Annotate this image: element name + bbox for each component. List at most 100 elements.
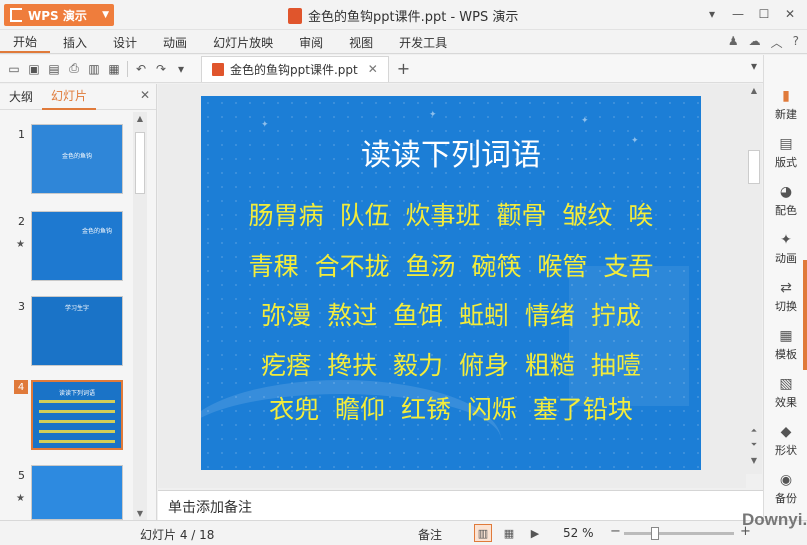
slide-editor: ✦ ✦ ✦ ✦ 读读下列词语 肠胃病 队伍 炊事班 颧骨 皱纹 唉 青稞 合不拢… [158,84,746,488]
slide-thumbnail[interactable] [31,465,123,520]
panel-tabs: 大纲 幻灯片 ✕ [0,84,156,110]
pane-collapse-handle[interactable] [803,260,807,370]
scroll-down-icon[interactable]: ▼ [746,456,762,465]
cloud-icon[interactable]: ☁ [749,34,761,51]
close-button[interactable]: ✕ [777,4,803,24]
backup-icon: ◉ [779,472,793,488]
menu-review[interactable]: 审阅 [286,31,336,53]
print-preview-icon[interactable]: ▥ [84,59,104,79]
shape-label: 形状 [775,444,797,457]
word-line: 弥漫 熬过 鱼饵 蚯蚓 情绪 拧成 [261,301,641,330]
notes-toggle[interactable]: 备注 [418,526,442,543]
collapse-ribbon-icon[interactable]: ︿ [771,34,783,51]
close-panel-icon[interactable]: ✕ [140,88,150,102]
layout-button[interactable]: ▤ 版式 [764,131,807,175]
tab-slides[interactable]: 幻灯片 [42,84,97,110]
backup-label: 备份 [775,492,797,505]
current-slide[interactable]: ✦ ✦ ✦ ✦ 读读下列词语 肠胃病 队伍 炊事班 颧骨 皱纹 唉 青稞 合不拢… [201,96,701,470]
tab-outline[interactable]: 大纲 [0,84,42,110]
add-tab-icon[interactable]: + [397,59,410,78]
decor-buildings [569,266,689,406]
scroll-down-icon[interactable]: ▼ [133,509,147,518]
slide-thumbnail-selected[interactable]: 读读下列词语 [31,380,123,450]
decor-star-icon: ✦ [429,110,437,120]
editor-scrollbar[interactable]: ▲ ⏶ ⏷ ▼ [746,84,762,474]
export-pdf-icon[interactable]: ▤ [44,59,64,79]
next-slide-icon[interactable]: ⏷ [746,440,762,450]
toolbar-divider [127,60,128,77]
selected-slide-marker: 4 [14,380,28,394]
template-icon: ▦ [779,328,793,344]
zoom-slider[interactable] [624,527,734,540]
redo-icon[interactable]: ↷ [151,59,171,79]
slide-number: 3 [18,300,25,313]
color-scheme-label: 配色 [775,204,797,217]
maximize-button[interactable]: ☐ [751,4,777,24]
open-folder-icon[interactable]: ▭ [4,59,24,79]
previous-slide-icon[interactable]: ⏶ [746,426,762,436]
spellcheck-icon[interactable]: ▦ [104,59,124,79]
slide-thumbnail-row[interactable]: 1 金色的鱼钩 [0,124,140,198]
color-scheme-button[interactable]: ◕ 配色 [764,179,807,223]
menu-home[interactable]: 开始 [0,31,51,53]
menu-developer[interactable]: 开发工具 [386,31,460,53]
effect-label: 效果 [775,396,797,409]
save-icon[interactable]: ▣ [24,59,44,79]
watermark: Downyi.com [742,510,807,529]
play-slideshow-icon[interactable]: ▶ [526,524,544,542]
word-line: 青稞 合不拢 鱼汤 碗筷 喉管 支吾 [248,252,654,281]
tab-list-icon[interactable]: ▾ [751,59,757,73]
word-line: 肠胃病 队伍 炊事班 颧骨 皱纹 唉 [248,201,654,230]
scrollbar-thumb[interactable] [135,132,145,194]
zoom-level[interactable]: 52 % [563,526,594,540]
help-icon[interactable]: ? [793,34,799,51]
minimize-button[interactable]: — [725,4,751,24]
undo-icon[interactable]: ↶ [131,59,151,79]
effect-icon: ▧ [779,376,793,392]
slide-thumbnail[interactable]: 金色的鱼钩 [31,211,123,281]
new-slide-button[interactable]: ▮ 新建 [764,83,807,127]
scroll-up-icon[interactable]: ▲ [746,86,762,95]
slide-thumbnail-row[interactable]: 2 ★ 金色的鱼钩 [0,211,140,285]
sorter-view-icon[interactable]: ▦ [500,524,518,542]
shape-button[interactable]: ◆ 形状 [764,419,807,463]
zoom-out-icon[interactable]: − [610,524,621,539]
template-button[interactable]: ▦ 模板 [764,323,807,367]
close-tab-icon[interactable]: ✕ [368,62,378,76]
slide-thumbnail-row-selected[interactable]: 4 读读下列词语 [0,380,140,454]
slide-thumbnail-row[interactable]: 3 学习生字 [0,296,140,370]
menu-design[interactable]: 设计 [100,31,150,53]
notes-pane[interactable]: 单击添加备注 [158,490,763,520]
document-tab[interactable]: 金色的鱼钩ppt课件.ppt ✕ [201,55,389,82]
app-menu-button[interactable]: WPS 演示 ▼ [4,4,114,26]
new-slide-label: 新建 [775,108,797,121]
slide-thumbnail[interactable]: 金色的鱼钩 [31,124,123,194]
skin-icon[interactable]: ▾ [699,4,725,24]
effect-button[interactable]: ▧ 效果 [764,371,807,415]
print-icon[interactable]: ⎙ [64,59,84,79]
slide-thumbnail[interactable]: 学习生字 [31,296,123,366]
scroll-up-icon[interactable]: ▲ [133,114,147,123]
transition-button[interactable]: ⇄ 切换 [764,275,807,319]
customize-chevron-icon[interactable]: ▾ [171,59,191,79]
menu-slideshow[interactable]: 幻灯片放映 [200,31,286,53]
menu-animation[interactable]: 动画 [150,31,200,53]
ribbon-menu: 开始 插入 设计 动画 幻灯片放映 审阅 视图 开发工具 ♟ ☁ ︿ ? [0,30,807,54]
window-title-text: 金色的鱼钩ppt课件.ppt - WPS 演示 [308,10,519,25]
menu-insert[interactable]: 插入 [50,31,100,53]
slide-panel: 大纲 幻灯片 ✕ 1 金色的鱼钩 2 ★ 金色的鱼钩 3 学习生字 4 读读下列… [0,84,157,520]
thumbnail-title: 金色的鱼钩 [61,153,92,160]
animation-button[interactable]: ✦ 动画 [764,227,807,271]
thumbnail-scrollbar[interactable]: ▲ ▼ [133,112,147,520]
window-title: 金色的鱼钩ppt课件.ppt - WPS 演示 [288,6,518,25]
layout-icon: ▤ [779,136,793,152]
palette-icon: ◕ [779,184,793,200]
scrollbar-thumb[interactable] [748,150,760,184]
shirt-icon[interactable]: ♟ [728,34,739,51]
normal-view-icon[interactable]: ▥ [474,524,492,542]
animation-icon: ✦ [780,232,792,248]
zoom-slider-knob[interactable] [650,527,659,540]
backup-button[interactable]: ◉ 备份 [764,467,807,511]
menu-view[interactable]: 视图 [336,31,386,53]
thumbnail-title: 读读下列词语 [58,390,95,397]
